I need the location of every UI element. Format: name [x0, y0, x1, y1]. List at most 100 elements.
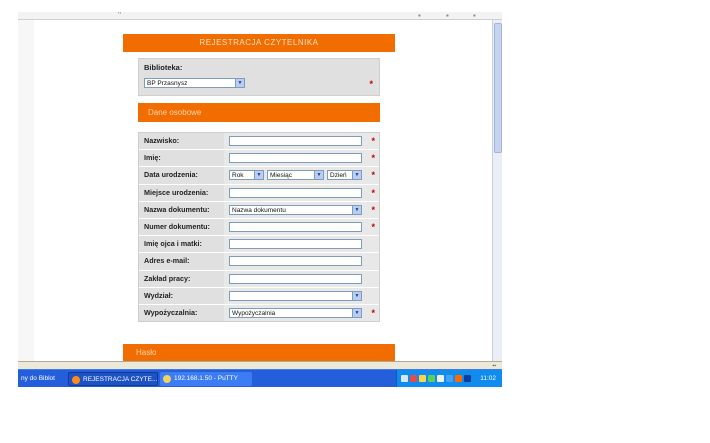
keyboard-icon[interactable] — [464, 375, 471, 382]
field-label: Wypożyczalnia: — [139, 304, 224, 322]
putty-icon — [163, 375, 171, 383]
text-input[interactable] — [229, 256, 362, 267]
field-cell: ▼ — [224, 287, 379, 304]
required-marker: * — [369, 79, 373, 89]
library-select-value: BP Przasnysz — [147, 80, 188, 87]
window-top-strip: '' ▪ ▪ ▪ — [18, 12, 502, 20]
library-label: Biblioteka: — [144, 63, 183, 72]
network-icon[interactable] — [401, 375, 408, 382]
app-tray-icon[interactable] — [455, 375, 462, 382]
field-label: Imię: — [139, 150, 224, 167]
year-select-value: Rok — [232, 172, 244, 180]
field-cell: * — [224, 218, 379, 236]
field-select[interactable]: Wypożyczalnia ▼ — [229, 307, 362, 318]
text-input[interactable] — [229, 239, 362, 250]
required-marker: * — [371, 170, 375, 181]
field-label: Zakład pracy: — [139, 270, 224, 287]
field-label: Numer dokumentu: — [139, 218, 224, 236]
field-label: Nazwa dokumentu: — [139, 201, 224, 218]
day-select-value: Dzień — [330, 172, 347, 180]
library-panel: Biblioteka: BP Przasnysz ▼ * — [138, 58, 380, 96]
text-input[interactable] — [229, 153, 362, 164]
form-row: Data urodzenia: Rok ▼ Miesiąc ▼ Dzień ▼ * — [139, 167, 379, 185]
text-input[interactable] — [229, 136, 362, 146]
clock: 11:02 — [480, 375, 496, 382]
field-cell: Rok ▼ Miesiąc ▼ Dzień ▼ * — [224, 167, 379, 184]
toolbar-glyph: '' — [118, 12, 122, 20]
section-personal-data: Dane osobowe — [138, 103, 380, 122]
field-label: Nazwisko: — [139, 133, 224, 150]
field-select[interactable]: ▼ — [229, 290, 362, 301]
field-cell: Wypożyczalnia ▼ * — [224, 304, 379, 322]
day-select[interactable]: Dzień ▼ — [327, 170, 362, 181]
field-cell — [224, 236, 379, 253]
field-label: Data urodzenia: — [139, 167, 224, 184]
left-gutter — [18, 20, 35, 361]
section-password: Hasło — [123, 344, 395, 362]
browser-icon — [72, 376, 80, 384]
vertical-scrollbar[interactable] — [492, 20, 502, 361]
chevron-down-icon[interactable]: ▼ — [235, 79, 244, 87]
required-marker: * — [371, 136, 375, 146]
field-label: Wydział: — [139, 287, 224, 304]
form-row: Wypożyczalnia: Wypożyczalnia ▼ * — [139, 304, 379, 322]
text-input[interactable] — [229, 221, 362, 232]
form-header: REJESTRACJA CZYTELNIKA — [123, 34, 395, 52]
antivirus-icon[interactable] — [410, 375, 417, 382]
form-row: Nazwa dokumentu: Nazwa dokumentu ▼ * — [139, 201, 379, 219]
chevron-down-icon[interactable]: ▼ — [352, 308, 361, 317]
chevron-down-icon[interactable]: ▼ — [352, 171, 361, 180]
field-cell — [224, 253, 379, 270]
required-marker: * — [371, 307, 375, 318]
form-row: Numer dokumentu: * — [139, 218, 379, 237]
form-row: Imię: * — [139, 150, 379, 168]
month-select[interactable]: Miesiąc ▼ — [267, 170, 324, 181]
personal-fields-table: Nazwisko: * Imię: * Data urodzenia: Rok ▼ Miesi… — [138, 132, 380, 323]
form-row: Miejsce urodzenia: * — [139, 184, 379, 202]
taskbar-item-label: REJESTRACJA CZYTE... — [83, 376, 158, 383]
field-label: Imię ojca i matki: — [139, 236, 224, 253]
chevron-down-icon[interactable]: ▼ — [254, 171, 263, 180]
text-input[interactable] — [229, 187, 362, 198]
field-select-value: Wypożyczalnia — [232, 309, 276, 317]
required-marker: * — [371, 153, 375, 164]
field-cell: * — [224, 184, 379, 201]
field-select-value: Nazwa dokumentu — [232, 206, 286, 214]
field-cell: Nazwa dokumentu ▼ * — [224, 201, 379, 218]
taskbar-item-label: ny do Biblot — [21, 375, 55, 382]
form-row: Adres e-mail: — [139, 253, 379, 271]
form-row: Imię ojca i matki: — [139, 236, 379, 254]
scrollbar-thumb[interactable] — [494, 23, 502, 153]
required-marker: * — [371, 204, 375, 215]
field-cell: * — [224, 150, 379, 167]
registration-form: REJESTRACJA CZYTELNIKA Biblioteka: BP Pr… — [123, 34, 395, 323]
form-row: Zakład pracy: — [139, 270, 379, 288]
maximize-icon[interactable]: ▪ — [446, 12, 449, 20]
close-icon[interactable]: ▪ — [473, 12, 476, 20]
chat-icon[interactable] — [446, 375, 453, 382]
security-icon[interactable] — [419, 375, 426, 382]
field-label: Miejsce urodzenia: — [139, 184, 224, 201]
taskbar-item-label: 192.168.1.50 - PuTTY — [174, 375, 238, 382]
form-row: Nazwisko: * — [139, 133, 379, 151]
volume-icon[interactable] — [437, 375, 444, 382]
taskbar-item-2[interactable]: 192.168.1.50 - PuTTY — [160, 372, 252, 386]
required-marker: * — [371, 221, 375, 232]
taskbar: ny do Biblot REJESTRACJA CZYTE... 192.16… — [18, 369, 502, 387]
taskbar-item-0[interactable]: ny do Biblot — [18, 372, 68, 386]
text-input[interactable] — [229, 273, 362, 284]
system-tray: 11:02 — [396, 370, 502, 387]
chevron-down-icon[interactable]: ▼ — [314, 171, 323, 180]
year-select[interactable]: Rok ▼ — [229, 170, 264, 181]
library-select[interactable]: BP Przasnysz ▼ — [144, 78, 245, 88]
field-cell: * — [224, 133, 379, 150]
update-icon[interactable] — [428, 375, 435, 382]
chevron-down-icon[interactable]: ▼ — [352, 291, 361, 300]
required-marker: * — [371, 187, 375, 198]
chevron-down-icon[interactable]: ▼ — [352, 205, 361, 214]
field-select[interactable]: Nazwa dokumentu ▼ — [229, 204, 362, 215]
taskbar-item-1[interactable]: REJESTRACJA CZYTE... — [68, 372, 158, 386]
minimize-icon[interactable]: ▪ — [418, 12, 421, 20]
form-row: Wydział: ▼ — [139, 287, 379, 305]
field-cell — [224, 270, 379, 287]
